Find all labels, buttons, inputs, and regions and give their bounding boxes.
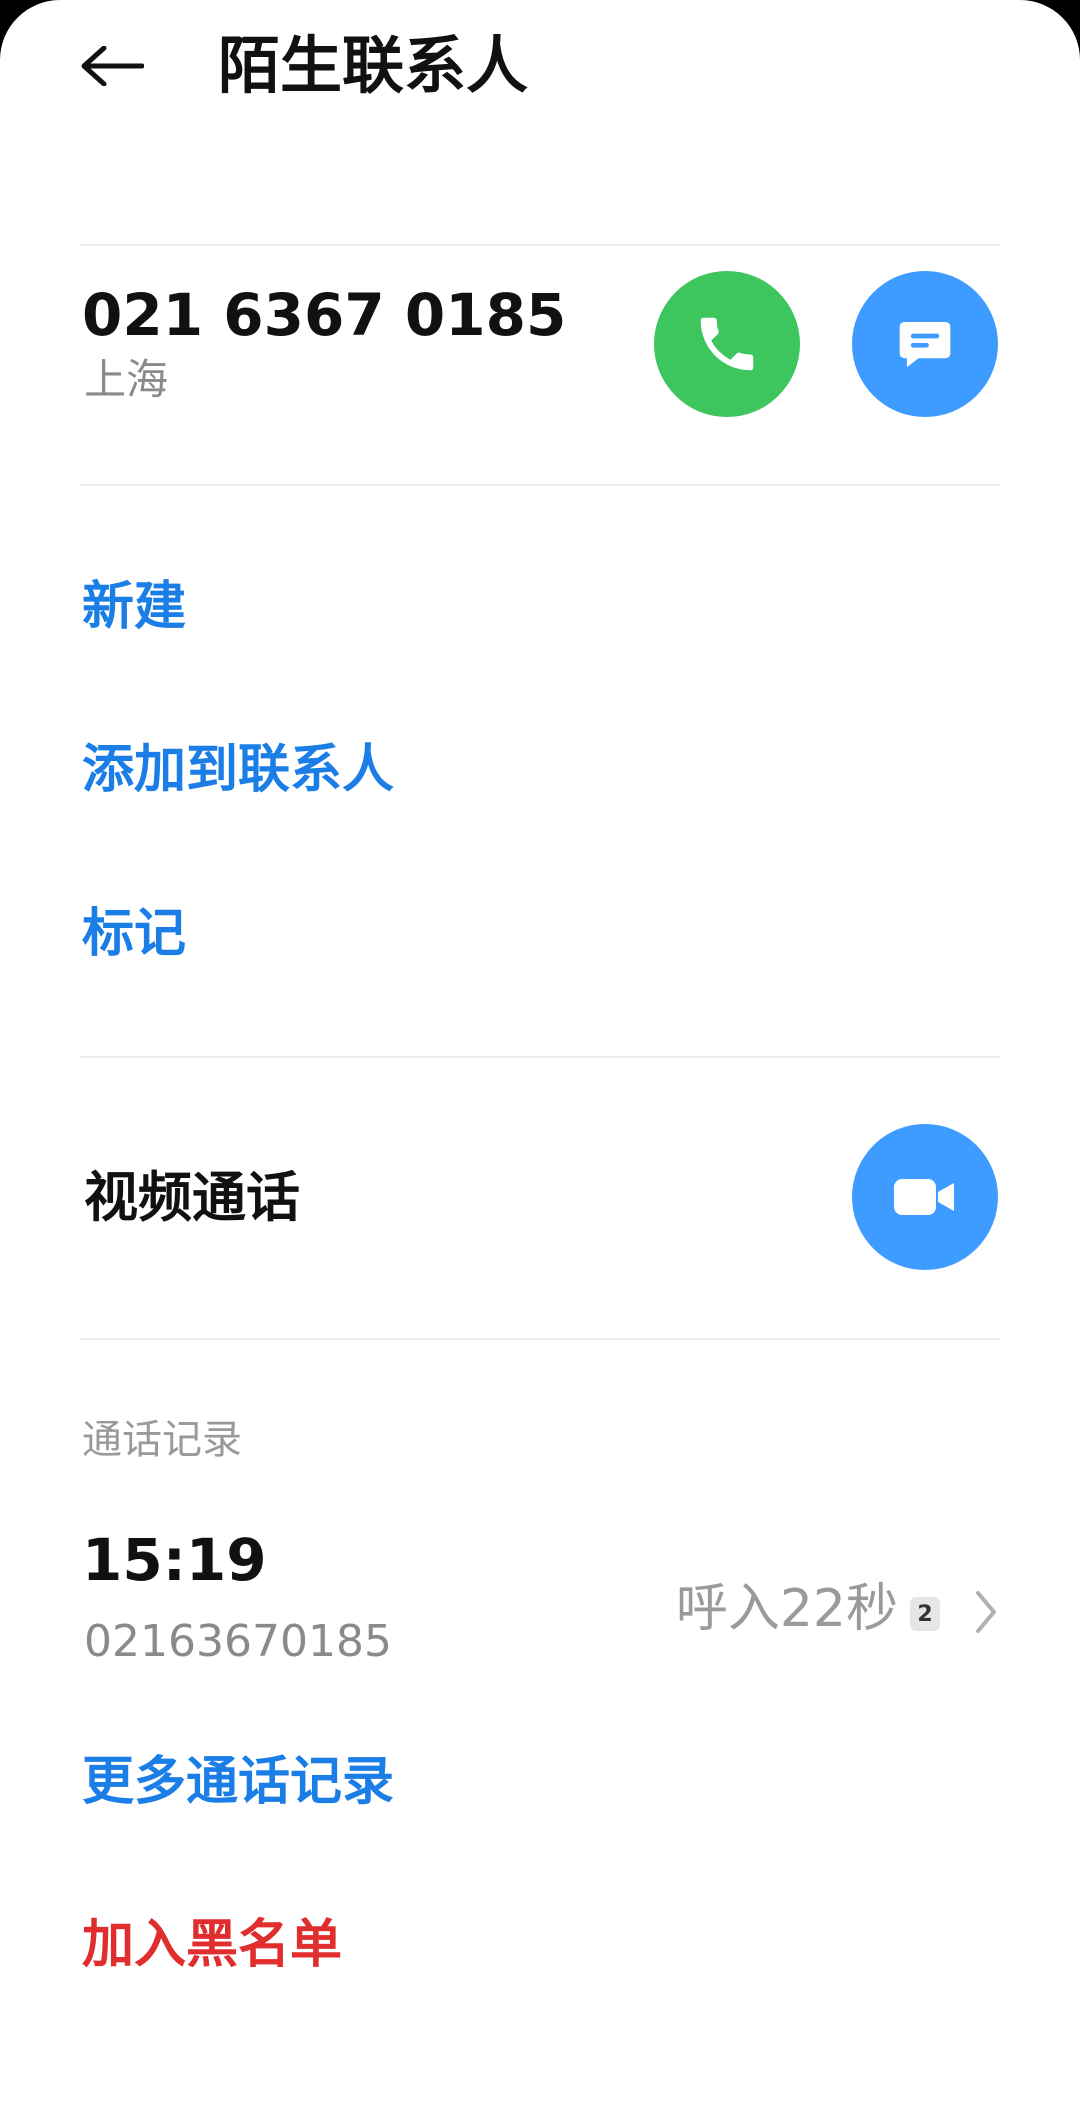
divider	[80, 1338, 1000, 1340]
message-icon	[899, 322, 951, 368]
contact-detail-screen: 陌生联系人 021 6367 0185 上海 新建 添加到联系人 标记 视频通话…	[0, 0, 1080, 2115]
video-call-label: 视频通话	[84, 1166, 300, 1229]
arrow-left-icon	[81, 46, 144, 86]
back-button[interactable]	[70, 30, 154, 102]
divider	[80, 244, 1000, 246]
divider	[80, 484, 1000, 486]
add-to-contacts-link[interactable]: 添加到联系人	[82, 738, 394, 802]
phone-number: 021 6367 0185	[82, 281, 567, 349]
add-to-blacklist-link[interactable]: 加入黑名单	[82, 1913, 342, 1977]
call-button[interactable]	[654, 271, 800, 417]
new-contact-link[interactable]: 新建	[82, 575, 186, 639]
video-camera-icon	[894, 1179, 954, 1215]
message-button[interactable]	[852, 271, 998, 417]
divider	[80, 1056, 1000, 1058]
call-log-header: 通话记录	[82, 1417, 242, 1463]
phone-location: 上海	[84, 355, 169, 404]
call-time: 15:19	[82, 1526, 267, 1594]
call-number: 02163670185	[84, 1616, 392, 1667]
chevron-right-icon	[976, 1591, 996, 1633]
call-log-entry[interactable]: 15:19 02163670185 呼入22秒 2	[60, 1525, 1020, 1685]
mark-number-link[interactable]: 标记	[82, 902, 186, 966]
phone-icon	[700, 317, 754, 371]
more-call-log-link[interactable]: 更多通话记录	[82, 1750, 394, 1814]
video-call-button[interactable]	[852, 1124, 998, 1270]
call-status: 呼入22秒	[675, 1579, 898, 1639]
page-title: 陌生联系人	[218, 29, 529, 102]
sim-badge: 2	[910, 1597, 940, 1631]
